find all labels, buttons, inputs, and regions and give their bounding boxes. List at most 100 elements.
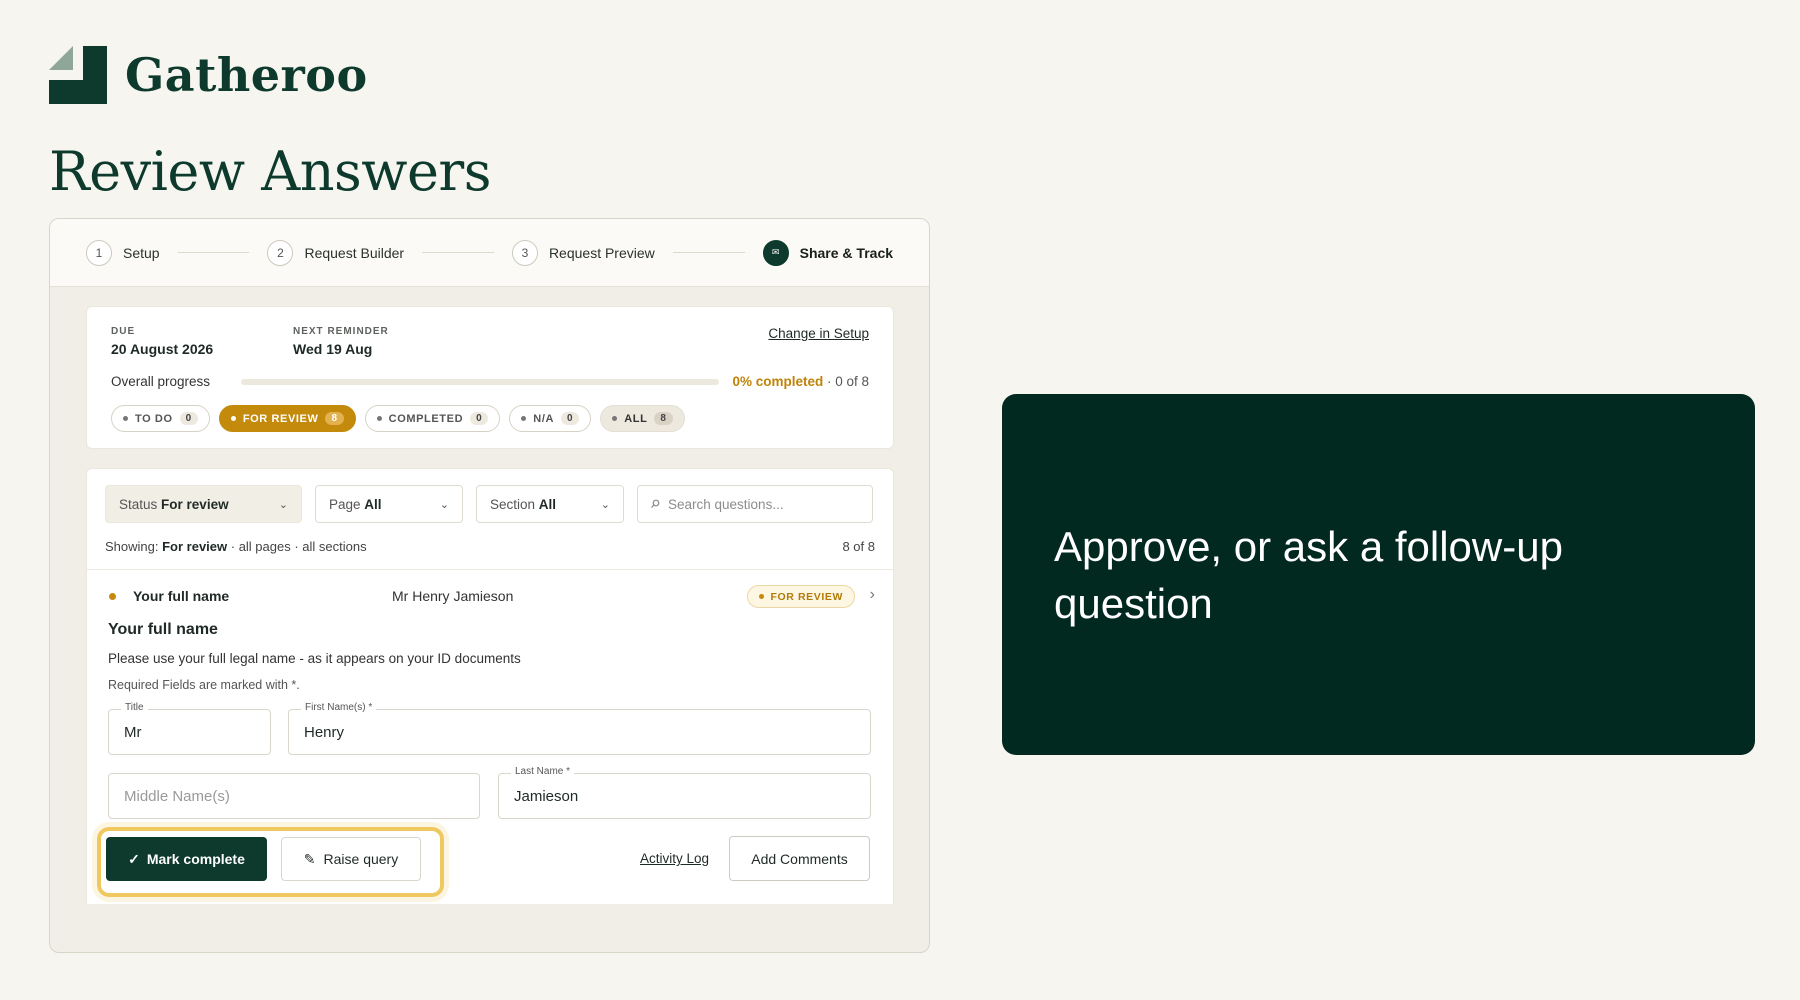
status-filter-text: Status For review (119, 497, 229, 512)
showing-summary: Showing: For review · all pages · all se… (105, 539, 367, 554)
step-label: Setup (123, 244, 160, 261)
step-number: 2 (267, 239, 294, 266)
progress-percent: 0% completed (732, 374, 824, 389)
mark-complete-label: Mark complete (146, 851, 245, 867)
change-in-setup-link[interactable]: Change in Setup (768, 326, 869, 341)
required-note: Required Fields are marked with *. (108, 678, 300, 692)
title-field-label: Title (121, 702, 148, 713)
mark-complete-button[interactable]: ✓ Mark complete (106, 837, 267, 881)
step-setup[interactable]: 1 Setup (86, 239, 160, 266)
step-request-builder[interactable]: 2 Request Builder (267, 239, 405, 266)
app-window: 1 Setup 2 Request Builder 3 Request Prev… (49, 218, 930, 953)
chip-count: 0 (470, 412, 489, 425)
activity-log-link[interactable]: Activity Log (640, 851, 709, 866)
due-value: 20 August 2026 (111, 341, 214, 357)
check-icon: ✓ (128, 850, 140, 867)
first-name-field: First Name(s) * (288, 702, 871, 755)
step-number: 1 (86, 239, 112, 266)
chip-completed[interactable]: COMPLETED 0 (364, 405, 501, 432)
status-badge: FOR REVIEW (747, 585, 855, 608)
pencil-icon: ✎ (303, 850, 316, 867)
showing-suffix: · all pages · all sections (227, 539, 367, 554)
status-filter[interactable]: Status For review ⌄ (105, 485, 302, 523)
last-name-input[interactable] (499, 774, 870, 818)
filter-value: All (364, 496, 382, 512)
brand: Gatheroo (49, 46, 368, 104)
filter-bar: Status For review ⌄ Page All ⌄ Section A… (105, 485, 873, 523)
step-share-track[interactable]: ✉ Share & Track (762, 239, 894, 266)
filter-label: Section (490, 496, 536, 512)
question-row-answer: Mr Henry Jamieson (392, 588, 514, 604)
chip-label: COMPLETED (388, 412, 464, 425)
envelope-icon: ✉ (762, 239, 789, 266)
chevron-down-icon: ⌄ (600, 498, 610, 511)
question-row-name: Your full name (133, 588, 230, 604)
middle-name-field (108, 773, 480, 819)
question-row[interactable]: Your full name Mr Henry Jamieson FOR REV… (87, 570, 893, 622)
middle-name-input[interactable] (109, 774, 479, 818)
section-filter-text: Section All (490, 497, 556, 512)
status-dot-icon (109, 593, 116, 600)
step-label: Request Preview (548, 244, 655, 261)
step-connector (422, 252, 494, 253)
chip-label: ALL (624, 412, 648, 425)
chip-na[interactable]: N/A 0 (509, 405, 592, 432)
chip-all[interactable]: ALL 8 (600, 405, 685, 432)
status-badge-label: FOR REVIEW (770, 590, 843, 603)
last-name-field: Last Name * (498, 766, 871, 819)
filter-value: All (538, 496, 557, 512)
step-connector (177, 252, 250, 253)
step-label: Share & Track (799, 244, 894, 261)
search-icon (651, 499, 660, 508)
raise-query-button[interactable]: ✎ Raise query (281, 837, 421, 881)
stepper: 1 Setup 2 Request Builder 3 Request Prev… (50, 219, 929, 287)
question-title: Your full name (108, 621, 218, 638)
chip-label: N/A (533, 412, 555, 425)
step-request-preview[interactable]: 3 Request Preview (511, 239, 655, 266)
chip-label: TO DO (135, 412, 173, 425)
chip-to-do[interactable]: TO DO 0 (111, 405, 210, 432)
dot-icon (759, 594, 765, 599)
step-number: 3 (511, 239, 538, 266)
gatheroo-logo-icon (49, 46, 107, 104)
chip-count: 0 (179, 412, 198, 425)
callout-text: Approve, or ask a follow-up question (1054, 523, 1563, 627)
section-filter[interactable]: Section All ⌄ (476, 485, 624, 523)
raise-query-label: Raise query (323, 851, 399, 867)
reminder-label: NEXT REMINDER (293, 326, 389, 337)
question-description: Please use your full legal name - as it … (108, 651, 521, 666)
dot-icon (521, 416, 527, 421)
step-connector (672, 252, 745, 253)
chip-count: 8 (325, 412, 344, 425)
callout-panel: Approve, or ask a follow-up question (1002, 394, 1755, 755)
add-comments-button[interactable]: Add Comments (729, 836, 870, 881)
dot-icon (230, 416, 236, 421)
title-input[interactable] (109, 710, 270, 754)
page-filter[interactable]: Page All ⌄ (315, 485, 463, 523)
summary-card: DUE 20 August 2026 NEXT REMINDER Wed 19 … (86, 306, 894, 449)
chevron-down-icon: ⌄ (439, 498, 449, 511)
search-input[interactable] (668, 496, 858, 512)
chip-count: 8 (654, 412, 673, 425)
chip-for-review[interactable]: FOR REVIEW 8 (218, 405, 356, 432)
step-label: Request Builder (304, 244, 405, 261)
title-field: Title (108, 702, 271, 755)
progress-bar (241, 379, 719, 385)
progress-label: Overall progress (111, 374, 211, 389)
filter-value: For review (161, 496, 229, 512)
brand-name: Gatheroo (125, 48, 368, 102)
page-filter-text: Page All (329, 497, 382, 512)
filter-label: Page (329, 496, 361, 512)
due-label: DUE (111, 326, 136, 337)
chevron-right-icon[interactable]: › (870, 586, 875, 604)
search-box (637, 485, 873, 523)
filter-label: Status (119, 496, 158, 512)
page-title: Review Answers (49, 140, 491, 203)
last-name-label: Last Name * (511, 766, 575, 777)
chip-count: 0 (561, 412, 580, 425)
dot-icon (376, 416, 382, 421)
showing-status: For review (162, 539, 228, 554)
progress-text: 0% completed · 0 of 8 (732, 374, 869, 389)
first-name-input[interactable] (289, 710, 870, 754)
first-name-label: First Name(s) * (301, 702, 377, 713)
